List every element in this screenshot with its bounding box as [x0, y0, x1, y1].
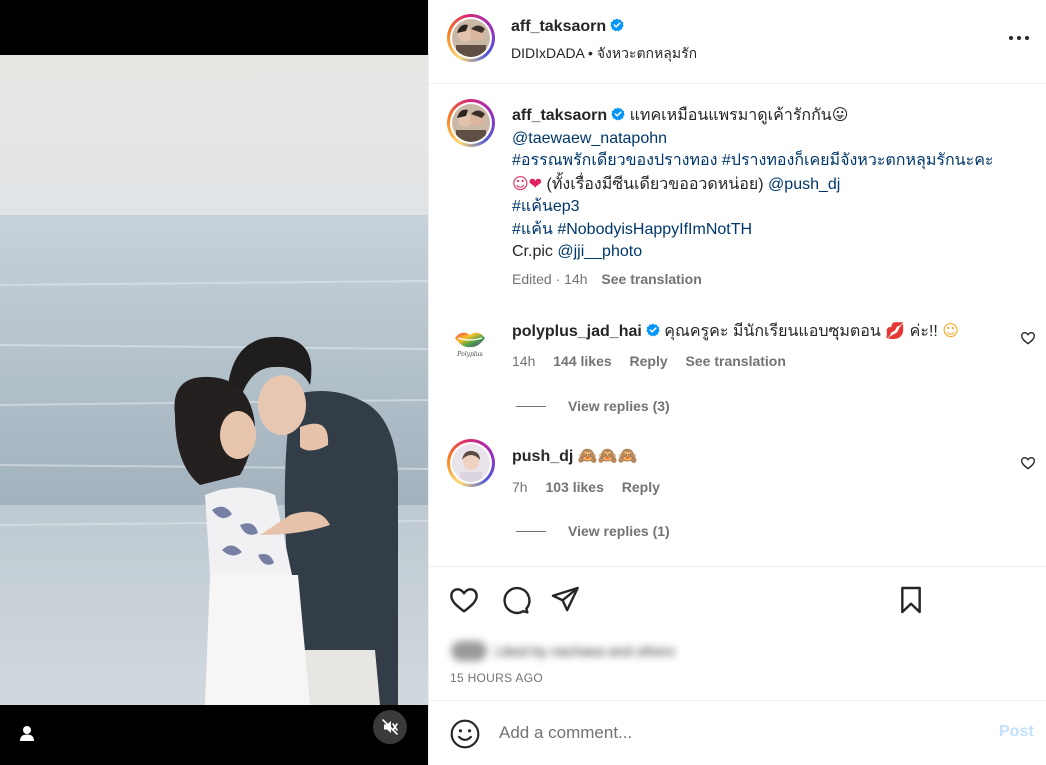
see-translation-button[interactable]: See translation	[601, 271, 701, 287]
replies-divider	[516, 530, 546, 532]
comment-meta: 14h 144 likes Reply See translation	[512, 353, 800, 369]
smile-heart-emoji: ☺❤	[512, 173, 543, 193]
action-section: Liked by nachaea and others 15 HOURS AGO	[429, 566, 1046, 700]
mention-jji-photo[interactable]: @jji__photo	[557, 243, 642, 260]
caption-username[interactable]: aff_taksaorn	[512, 107, 607, 124]
comment-button[interactable]	[499, 584, 531, 616]
bookmark-icon	[901, 586, 921, 614]
liked-by-row[interactable]: Liked by nachaea and others	[451, 641, 675, 661]
hashtag-kaen[interactable]: #แค้น	[512, 221, 553, 238]
liked-by-avatars	[451, 641, 487, 661]
comment-body: polyplus_jad_hai คุณครูคะ มีนักเรียนแอบซ…	[512, 320, 959, 343]
verified-badge-icon	[611, 107, 625, 121]
header-username-text[interactable]: aff_taksaorn	[511, 18, 606, 35]
comment-input[interactable]	[499, 721, 979, 745]
view-replies-button[interactable]: View replies (3)	[516, 398, 670, 414]
location-link[interactable]: จังหวะตกหลุมรัก	[597, 45, 697, 61]
comment-see-translation[interactable]: See translation	[686, 353, 786, 369]
comment-likes[interactable]: 144 likes	[553, 353, 611, 369]
heart-icon	[450, 588, 478, 613]
share-button[interactable]	[549, 584, 581, 616]
author-username[interactable]: aff_taksaorn	[511, 18, 624, 36]
hashtag-ep3[interactable]: #แค้นep3	[512, 198, 580, 215]
save-button[interactable]	[895, 584, 927, 616]
mute-button[interactable]	[373, 710, 407, 744]
avatar-logo-text: Polyplus	[456, 351, 482, 358]
author-avatar[interactable]	[447, 14, 495, 62]
comment-username[interactable]: polyplus_jad_hai	[512, 323, 642, 340]
mention-taewaew[interactable]: @taewaew_natapohn	[512, 130, 667, 147]
caption-line3-text: (ทั้งเรื่องมีซีนเดียวขออวดหน่อย)	[542, 175, 769, 193]
polyplus-logo: Polyplus	[455, 332, 485, 358]
comment-avatar[interactable]: Polyplus	[449, 320, 491, 362]
user-tag-icon[interactable]	[16, 722, 38, 744]
speaker-muted-icon	[382, 719, 398, 735]
caption-hashtags[interactable]: #อรรณพรักเดียวของปรางทอง #ปรางทองก็เคยมี…	[512, 152, 994, 169]
view-replies-label[interactable]: View replies (3)	[568, 398, 670, 414]
heart-outline-icon	[1020, 331, 1036, 345]
see-no-evil-monkeys-emoji: 🙈🙈🙈	[577, 446, 638, 465]
hashtag-nobody[interactable]: #NobodyisHappyIfImNotTH	[557, 221, 752, 238]
caption-text: aff_taksaorn แทคเหมือนแพรมาดูเค้ารักกัน😛…	[512, 104, 1032, 264]
like-button[interactable]	[448, 584, 480, 616]
comment-time[interactable]: 7h	[512, 479, 528, 495]
smile-emoji: ☺	[942, 321, 959, 340]
comment-icon	[503, 586, 531, 615]
lips-emoji: 💋	[885, 321, 906, 340]
share-icon	[551, 586, 579, 612]
mention-push-dj[interactable]: @push_dj	[768, 176, 840, 193]
comment-text: คุณครูคะ มีนักเรียนแอบซุมตอน	[664, 323, 881, 340]
comment-like-button[interactable]	[1020, 330, 1036, 346]
avatar-photo	[452, 19, 490, 57]
comment-like-button[interactable]	[1020, 455, 1036, 471]
edited-label: Edited	[512, 271, 552, 287]
replies-divider	[516, 405, 546, 407]
liked-by-text[interactable]: Liked by nachaea and others	[495, 643, 675, 659]
post-panel: aff_taksaorn DIDIxDADA • จังหวะตกหลุมรัก	[428, 0, 1046, 765]
view-replies-label[interactable]: View replies (1)	[568, 523, 670, 539]
credit-prefix: Cr.pic	[512, 243, 558, 260]
reply-button[interactable]: Reply	[630, 353, 668, 369]
more-options-button[interactable]	[1006, 28, 1032, 48]
tongue-emoji: 😛	[831, 105, 849, 124]
caption-meta: Edited · 14h See translation	[512, 271, 702, 287]
subtitle-separator: •	[588, 45, 593, 61]
verified-badge-icon	[610, 18, 624, 32]
couple-on-beach-image	[0, 55, 428, 705]
avatar-photo	[452, 104, 490, 142]
meta-dot: ·	[555, 271, 561, 287]
add-comment-bar: Post	[429, 700, 1046, 765]
caption-avatar[interactable]	[447, 99, 495, 147]
post-photo[interactable]	[0, 55, 428, 705]
emoji-button[interactable]	[449, 718, 481, 750]
post-timestamp[interactable]: 15 HOURS AGO	[450, 671, 543, 685]
post-comment-button[interactable]: Post	[999, 723, 1034, 741]
caption-line1: แทคเหมือนแพรมาดูเค้ารักกัน	[629, 107, 832, 124]
heart-outline-icon	[1020, 456, 1036, 470]
comment-username[interactable]: push_dj	[512, 448, 573, 465]
comment-text-tail: ค่ะ!!	[905, 323, 943, 340]
post-media[interactable]	[0, 0, 428, 765]
reply-button[interactable]: Reply	[622, 479, 660, 495]
post-header: aff_taksaorn DIDIxDADA • จังหวะตกหลุมรัก	[429, 0, 1046, 84]
more-options-icon	[1009, 36, 1029, 40]
comment-avatar[interactable]	[447, 439, 495, 487]
emoji-icon	[450, 719, 480, 749]
verified-badge-icon	[646, 323, 660, 337]
view-replies-button[interactable]: View replies (1)	[516, 523, 670, 539]
comment-time[interactable]: 14h	[512, 353, 535, 369]
audio-link[interactable]: DIDIxDADA	[511, 45, 584, 61]
caption-time[interactable]: 14h	[564, 271, 587, 287]
comment-body: push_dj 🙈🙈🙈	[512, 445, 638, 468]
comment-likes[interactable]: 103 likes	[545, 479, 603, 495]
post-subtitle: DIDIxDADA • จังหวะตกหลุมรัก	[511, 43, 697, 65]
avatar-photo	[452, 444, 490, 482]
comment-meta: 7h 103 likes Reply	[512, 479, 674, 495]
